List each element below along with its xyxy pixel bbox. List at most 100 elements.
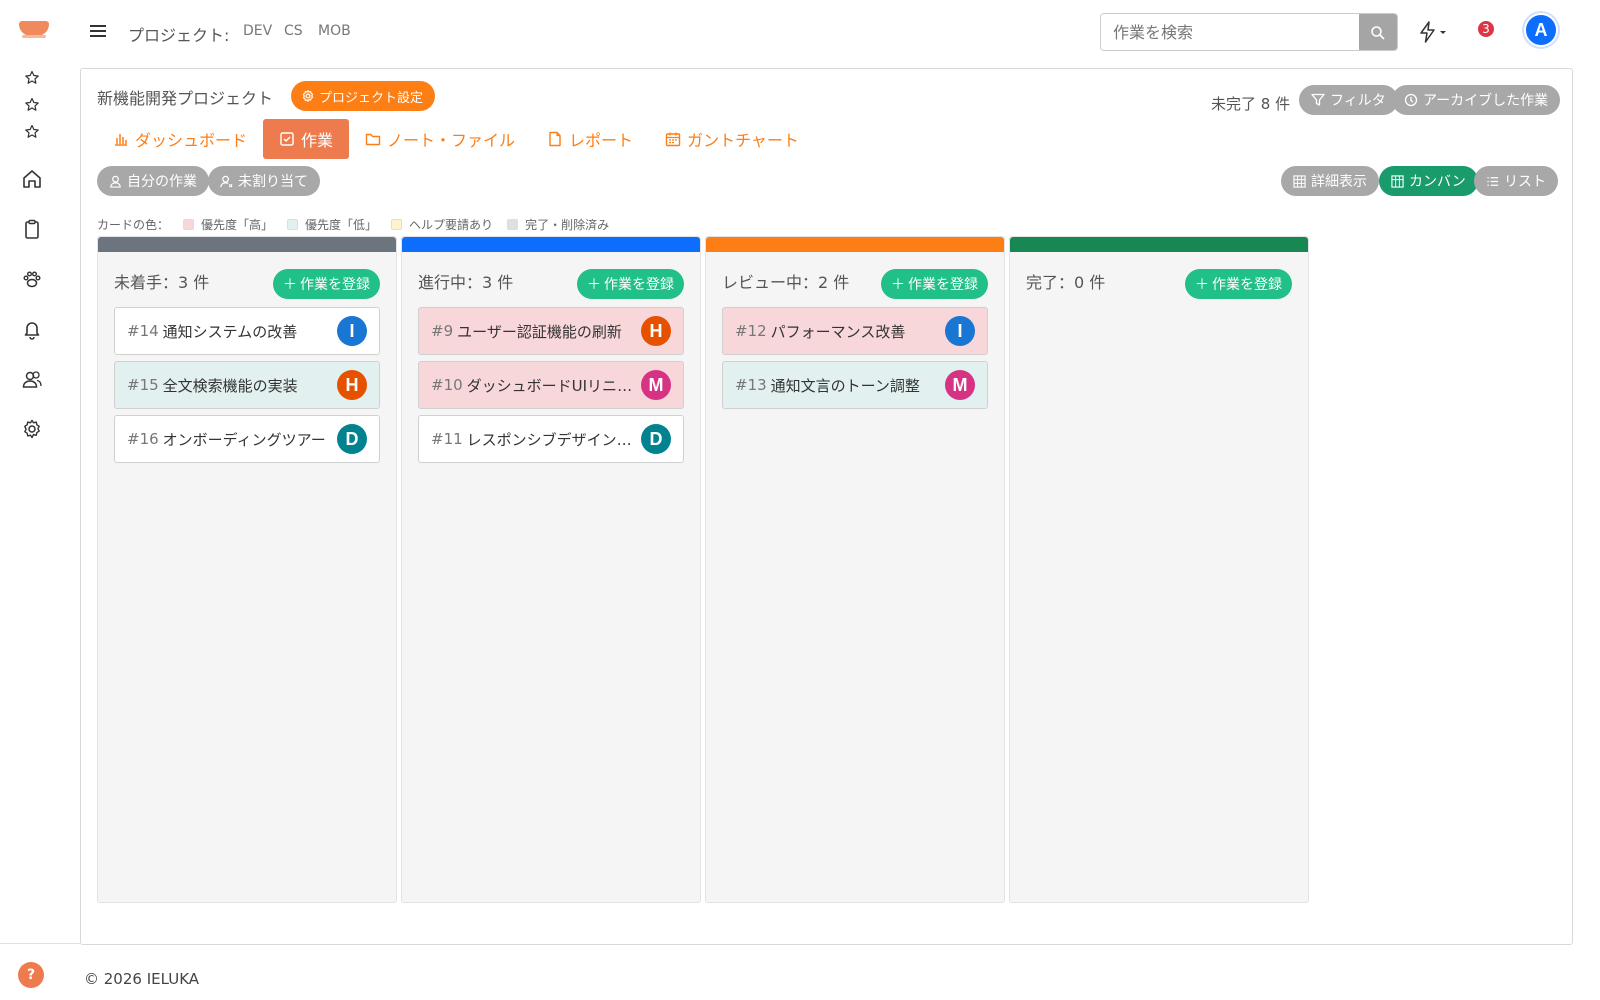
legend-item-high: 優先度「高」 bbox=[201, 218, 274, 232]
task-card-11[interactable]: #11 レスポンシブデザイン対応 D bbox=[418, 415, 684, 463]
quick-actions-dropdown[interactable] bbox=[1418, 18, 1452, 46]
users-icon[interactable] bbox=[0, 366, 64, 392]
plus-icon: ＋ bbox=[283, 277, 297, 293]
add-task-label: 作業を登録 bbox=[1212, 277, 1282, 293]
app-logo[interactable] bbox=[19, 18, 49, 42]
project-link-dev[interactable]: DEV bbox=[243, 23, 272, 39]
plus-icon: ＋ bbox=[1195, 277, 1209, 293]
detail-view-label: 詳細表示 bbox=[1311, 174, 1367, 190]
document-icon bbox=[549, 131, 561, 147]
task-card-13[interactable]: #13 通知文言のトーン調整 M bbox=[722, 361, 988, 409]
project-link-cs[interactable]: CS bbox=[284, 23, 303, 39]
add-task-button[interactable]: ＋作業を登録 bbox=[881, 269, 988, 299]
unassigned-filter[interactable]: 未割り当て bbox=[208, 166, 320, 196]
bar-chart-icon bbox=[115, 134, 127, 146]
task-number: #13 bbox=[735, 376, 767, 394]
legend-swatch-low bbox=[287, 219, 299, 230]
column-color-bar bbox=[402, 237, 700, 252]
project-link-mob[interactable]: MOB bbox=[318, 23, 351, 39]
legend-item-done: 完了・削除済み bbox=[525, 218, 610, 232]
unassigned-label: 未割り当て bbox=[238, 174, 308, 190]
add-task-button[interactable]: ＋作業を登録 bbox=[273, 269, 380, 299]
my-tasks-filter[interactable]: 自分の作業 bbox=[97, 166, 209, 196]
assignee-avatar: D bbox=[641, 424, 671, 454]
tab-label: 作業 bbox=[301, 131, 334, 150]
menu-toggle-icon[interactable] bbox=[88, 22, 108, 42]
legend-swatch-help bbox=[391, 219, 403, 230]
task-title: 通知システムの改善 bbox=[162, 322, 298, 341]
search-input[interactable] bbox=[1101, 14, 1359, 50]
paw-icon[interactable] bbox=[0, 266, 64, 292]
tab-label: レポート bbox=[569, 131, 634, 150]
detail-view-button[interactable]: 詳細表示 bbox=[1281, 166, 1379, 196]
assignee-avatar: M bbox=[641, 370, 671, 400]
assignee-avatar: H bbox=[641, 316, 671, 346]
task-card-15[interactable]: #15 全文検索機能の実装 H bbox=[114, 361, 380, 409]
grid-icon bbox=[1293, 174, 1306, 188]
person-icon bbox=[110, 175, 121, 188]
user-avatar[interactable]: A bbox=[1524, 13, 1558, 47]
task-title: 全文検索機能の実装 bbox=[162, 376, 298, 395]
task-card-12[interactable]: #12 パフォーマンス改善 I bbox=[722, 307, 988, 355]
project-settings-button[interactable]: プロジェクト設定 bbox=[291, 81, 436, 111]
calendar-icon bbox=[665, 132, 681, 147]
history-icon bbox=[1404, 93, 1418, 107]
column-color-bar bbox=[98, 237, 396, 252]
legend-swatch-done bbox=[507, 219, 519, 230]
task-card-9[interactable]: #9 ユーザー認証機能の刷新 H bbox=[418, 307, 684, 355]
tab-reports[interactable]: レポート bbox=[531, 119, 649, 159]
column-title: レビュー中：2 件 bbox=[722, 273, 850, 292]
search-box bbox=[1100, 13, 1398, 51]
project-settings-label: プロジェクト設定 bbox=[319, 90, 424, 106]
task-number: #9 bbox=[431, 322, 454, 340]
favorite-star-icon-3[interactable] bbox=[0, 122, 64, 142]
add-task-label: 作業を登録 bbox=[604, 277, 674, 293]
kanban-icon bbox=[1391, 174, 1404, 188]
add-task-label: 作業を登録 bbox=[300, 277, 370, 293]
assignee-avatar: I bbox=[337, 316, 367, 346]
archived-tasks-button[interactable]: アーカイブした作業 bbox=[1392, 85, 1561, 115]
search-icon bbox=[1371, 26, 1385, 40]
notification-badge[interactable]: 3 bbox=[1476, 19, 1496, 39]
column-color-bar bbox=[1010, 237, 1308, 252]
tab-label: ダッシュボード bbox=[135, 131, 248, 150]
tab-notes-files[interactable]: ノート・ファイル bbox=[349, 119, 531, 159]
check-square-icon bbox=[280, 132, 294, 146]
card-color-legend: カードの色： 優先度「高」 優先度「低」 ヘルプ要請あり 完了・削除済み bbox=[97, 216, 609, 233]
favorite-star-icon-1[interactable] bbox=[0, 68, 64, 88]
add-task-button[interactable]: ＋作業を登録 bbox=[1185, 269, 1292, 299]
project-panel: 新機能開発プロジェクト プロジェクト設定 未完了 8 件 フィルタ アーカイブし… bbox=[80, 68, 1573, 945]
project-tabs: ダッシュボード 作業 ノート・ファイル レポート ガントチャート bbox=[97, 119, 815, 159]
task-title: オンボーディングツアー bbox=[162, 430, 326, 449]
kanban-view-button[interactable]: カンバン bbox=[1379, 166, 1478, 196]
kanban-view-label: カンバン bbox=[1409, 174, 1466, 190]
kanban-column-review: レビュー中：2 件 ＋作業を登録 #12 パフォーマンス改善 I #13 通知文… bbox=[705, 236, 1005, 903]
task-title: ユーザー認証機能の刷新 bbox=[457, 322, 622, 341]
task-card-10[interactable]: #10 ダッシュボードUIリニューアル M bbox=[418, 361, 684, 409]
home-icon[interactable] bbox=[0, 166, 64, 192]
task-card-14[interactable]: #14 通知システムの改善 I bbox=[114, 307, 380, 355]
task-number: #15 bbox=[127, 376, 159, 394]
favorite-star-icon-2[interactable] bbox=[0, 95, 64, 115]
clipboard-icon[interactable] bbox=[0, 216, 64, 242]
task-number: #12 bbox=[735, 322, 767, 340]
tab-gantt-chart[interactable]: ガントチャート bbox=[649, 119, 815, 159]
task-title: レスポンシブデザイン対応 bbox=[466, 430, 635, 449]
plus-icon: ＋ bbox=[587, 277, 601, 293]
list-icon bbox=[1487, 176, 1499, 186]
list-view-label: リスト bbox=[1504, 174, 1546, 190]
kanban-column-done: 完了：0 件 ＋作業を登録 bbox=[1009, 236, 1309, 903]
search-button[interactable] bbox=[1359, 14, 1397, 50]
bell-icon[interactable] bbox=[0, 316, 64, 342]
task-title: ダッシュボードUIリニューアル bbox=[466, 376, 635, 395]
help-button[interactable]: ? bbox=[18, 962, 44, 988]
tab-dashboard[interactable]: ダッシュボード bbox=[97, 119, 263, 159]
list-view-button[interactable]: リスト bbox=[1474, 166, 1558, 196]
kanban-column-todo: 未着手：3 件 ＋作業を登録 #14 通知システムの改善 I #15 全文検索機… bbox=[97, 236, 397, 903]
plus-icon: ＋ bbox=[891, 277, 905, 293]
task-card-16[interactable]: #16 オンボーディングツアー D bbox=[114, 415, 380, 463]
add-task-button[interactable]: ＋作業を登録 bbox=[577, 269, 684, 299]
tab-tasks[interactable]: 作業 bbox=[263, 119, 350, 159]
filter-button[interactable]: フィルタ bbox=[1299, 85, 1398, 115]
gear-icon[interactable] bbox=[0, 416, 64, 442]
